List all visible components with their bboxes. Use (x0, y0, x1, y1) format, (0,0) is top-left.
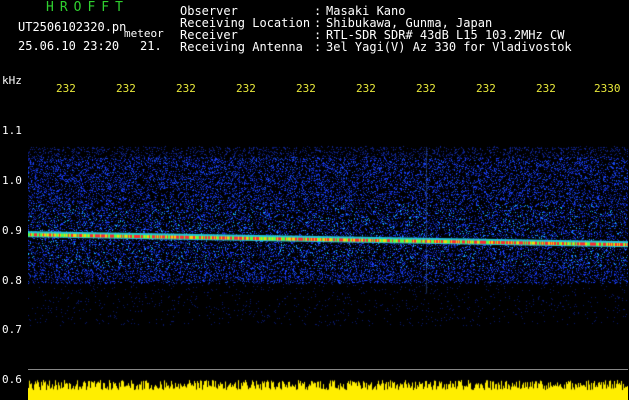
x-tick: 232 (296, 82, 316, 95)
timestamp: 25.06.10 23:20 (18, 39, 120, 53)
x-tick: 232 (356, 82, 376, 95)
y-axis-unit: kHz (2, 74, 22, 87)
app-title: HROFFT (46, 0, 129, 15)
x-tick: 232 (236, 82, 256, 95)
file-name: UT2506102320.pn (18, 20, 127, 34)
x-tick: 232 (416, 82, 436, 95)
x-tick: 232 (176, 82, 196, 95)
y-tick: 0.8 (2, 274, 22, 287)
y-tick: 1.1 (2, 124, 22, 137)
info-label-antenna: Receiving Antenna (180, 40, 303, 54)
frame-number: 21. (140, 39, 162, 53)
x-tick: 232 (56, 82, 76, 95)
info-colon: : (314, 40, 322, 54)
baseline-divider (28, 369, 628, 370)
x-tick: 232 (476, 82, 496, 95)
x-tick: 232 (536, 82, 556, 95)
spectrogram-plot (28, 97, 628, 400)
x-tick: 232 (116, 82, 136, 95)
y-tick: 0.6 (2, 373, 22, 386)
y-tick: 1.0 (2, 174, 22, 187)
y-tick: 0.9 (2, 224, 22, 237)
info-value-antenna: 3el Yagi(V) Az 330 for Vladivostok (326, 40, 572, 54)
x-tick: 2330 (594, 82, 621, 95)
y-tick: 0.7 (2, 323, 22, 336)
